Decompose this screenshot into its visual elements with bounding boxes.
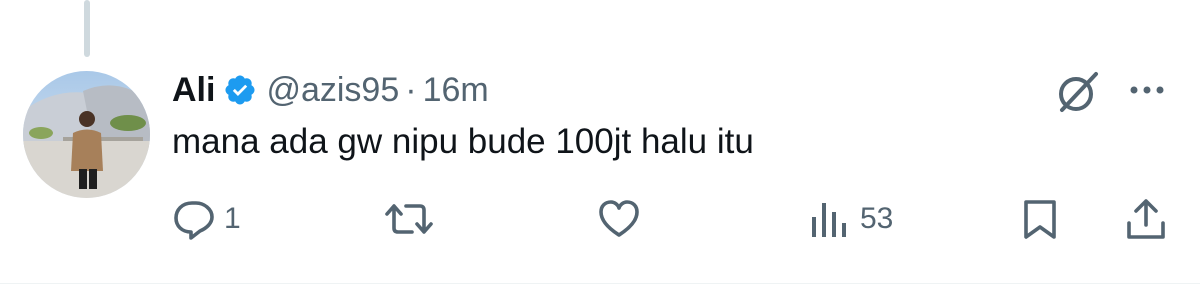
verified-badge-icon [223, 73, 257, 107]
tweet-text: mana ada gw nipu bude 100jt halu itu [172, 122, 754, 161]
views-icon [808, 197, 852, 241]
like-icon [596, 197, 642, 241]
avatar-image [23, 71, 150, 198]
retweet-button[interactable] [384, 196, 434, 242]
reply-count: 1 [224, 202, 241, 235]
tweet-divider [0, 283, 1200, 284]
views-button[interactable]: 53 [808, 196, 893, 242]
grok-icon[interactable] [1052, 70, 1102, 114]
retweet-icon [384, 197, 434, 241]
author-handle[interactable]: @azis95 [266, 71, 399, 110]
reply-button[interactable]: 1 [172, 196, 241, 242]
tweet-header: Ali @azis95 · 16m [172, 67, 489, 113]
bookmark-icon [1020, 197, 1060, 241]
share-icon [1124, 197, 1168, 241]
views-count: 53 [860, 202, 894, 235]
avatar[interactable] [23, 71, 150, 198]
like-button[interactable] [596, 196, 642, 242]
timestamp[interactable]: 16m [423, 71, 489, 110]
separator-dot: · [405, 70, 417, 109]
reply-icon [172, 197, 216, 241]
share-button[interactable] [1124, 196, 1168, 242]
bookmark-button[interactable] [1020, 196, 1060, 242]
author-name[interactable]: Ali [172, 71, 215, 110]
thread-connector-line [84, 0, 90, 57]
more-icon[interactable] [1122, 76, 1172, 104]
